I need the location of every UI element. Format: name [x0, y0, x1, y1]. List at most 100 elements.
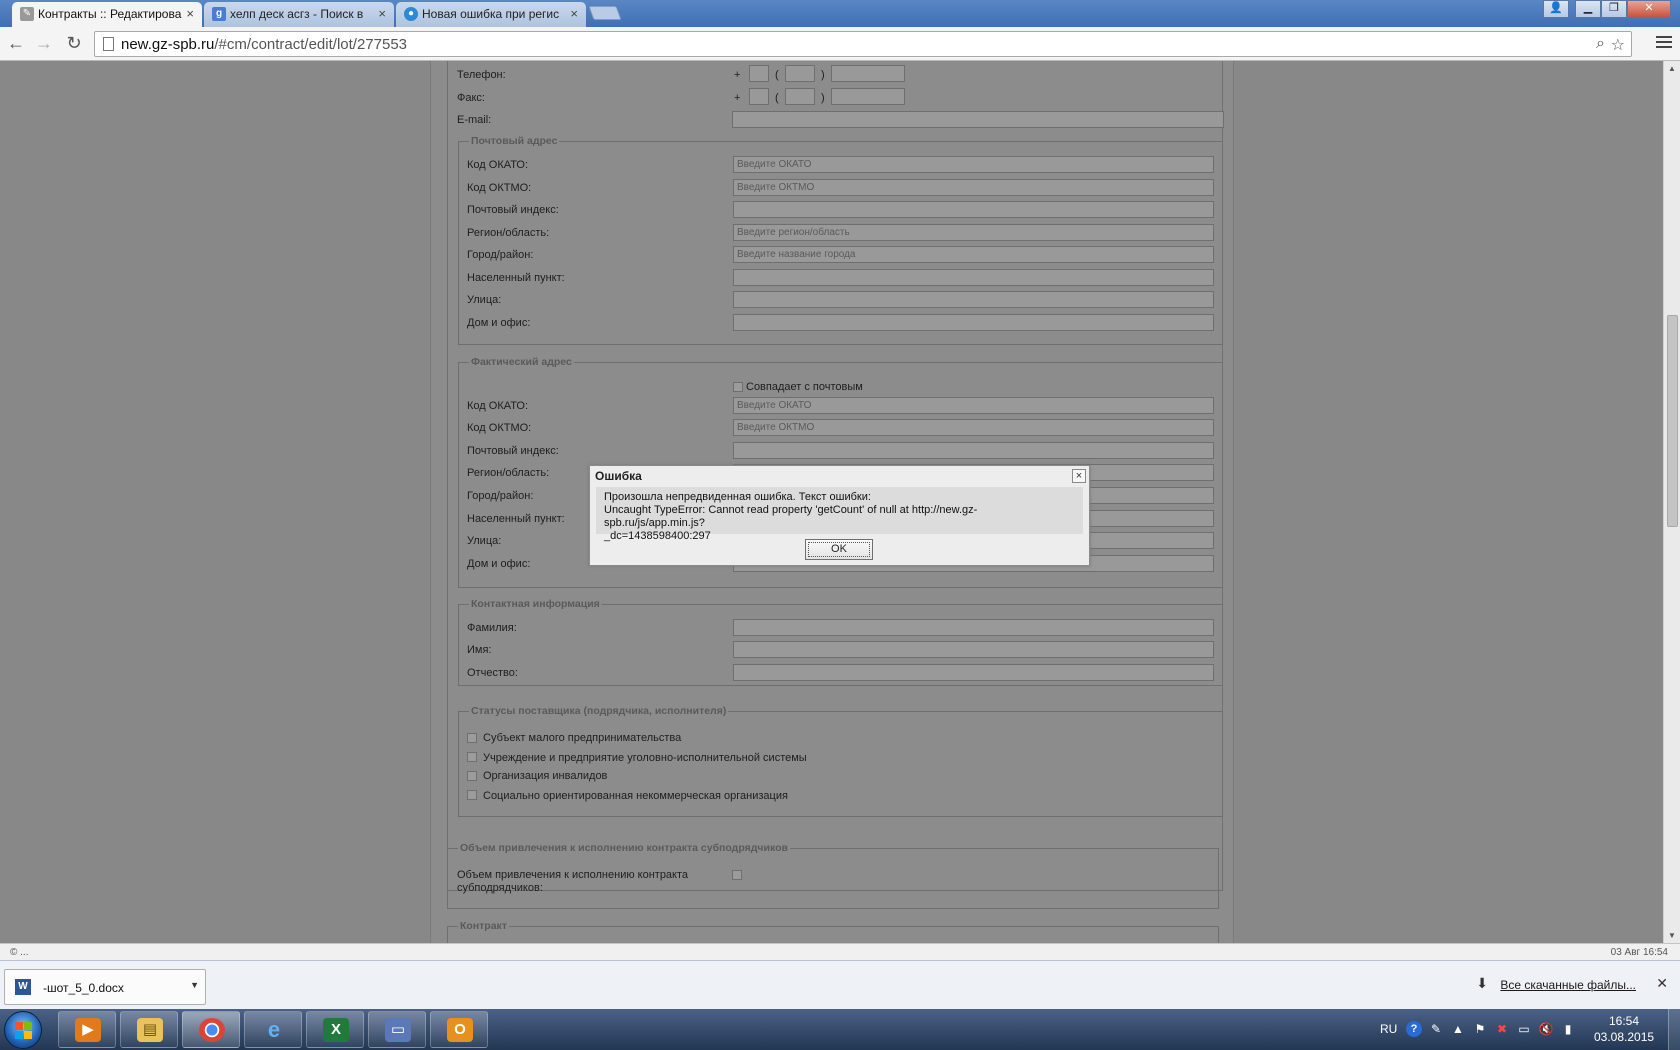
email-field[interactable] — [732, 111, 1224, 128]
system-tray: RU ? ✎ ▲ ⚑ ✖ ▭ 🔇 ▮ 16:54 03.08.2015 — [1380, 1009, 1680, 1050]
actual-oktmo-label: Код ОКТМО: — [467, 422, 532, 434]
actual-oktmo-input[interactable]: Введите ОКТМО — [733, 419, 1214, 436]
chrome-taskbar-button[interactable] — [182, 1011, 240, 1048]
postal-settlement-input[interactable] — [733, 269, 1214, 286]
user-profile-button[interactable]: 👤 — [1543, 0, 1569, 18]
minimize-button[interactable]: ▁ — [1575, 0, 1601, 18]
wrench-icon: ✎ — [20, 7, 34, 21]
subcontract-checkbox[interactable] — [732, 870, 742, 880]
globe-icon: ● — [404, 7, 418, 21]
reload-icon[interactable]: ↻ — [62, 32, 86, 56]
ok-button[interactable]: OK — [805, 539, 873, 560]
window-close-button[interactable]: ✕ — [1627, 0, 1671, 18]
windows-taskbar: ▶ ▤ e X ▭ O RU ? ✎ ▲ ⚑ ✖ ▭ 🔇 ▮ 16:54 03.… — [0, 1009, 1680, 1050]
back-arrow-icon[interactable]: ← — [4, 32, 28, 56]
scroll-down-icon[interactable]: ▼ — [1668, 931, 1676, 940]
actual-okato-input[interactable]: Введите ОКАТО — [733, 397, 1214, 414]
penal-system-checkbox[interactable] — [467, 752, 477, 762]
start-button[interactable] — [4, 1011, 42, 1049]
page-icon — [103, 37, 114, 51]
language-indicator[interactable]: RU — [1380, 1022, 1397, 1036]
actual-street-label: Улица: — [467, 535, 502, 547]
postal-region-input[interactable]: Введите регион/область — [733, 224, 1214, 241]
pen-icon[interactable]: ✎ — [1428, 1021, 1444, 1037]
email-label: E-mail: — [457, 114, 492, 126]
close-icon[interactable]: × — [570, 2, 578, 26]
postal-address-legend: Почтовый адрес — [469, 135, 560, 147]
paren-close: ) — [821, 92, 825, 104]
nonprofit-checkbox[interactable] — [467, 790, 477, 800]
same-as-postal-checkbox[interactable] — [733, 382, 743, 392]
tray-expand-icon[interactable]: ▲ — [1450, 1021, 1466, 1037]
postal-city-input[interactable]: Введите название города — [733, 246, 1214, 263]
close-icon[interactable]: × — [1072, 469, 1086, 483]
vertical-scrollbar[interactable]: ▲ ▼ — [1663, 61, 1680, 943]
maximize-button[interactable]: ❐ — [1601, 0, 1627, 18]
disabled-org-checkbox[interactable] — [467, 771, 477, 781]
tab-new-bug[interactable]: ● Новая ошибка при регис × — [396, 2, 586, 27]
scroll-up-icon[interactable]: ▲ — [1668, 64, 1676, 73]
error-dialog-title: Ошибка — [595, 469, 642, 483]
last-name-input[interactable] — [733, 619, 1214, 636]
all-downloads-link[interactable]: Все скачанные файлы... — [1500, 978, 1636, 992]
ie-taskbar-button[interactable]: e — [244, 1011, 302, 1048]
postal-house-input[interactable] — [733, 314, 1214, 331]
supplier-statuses-legend: Статусы поставщика (подрядчика, исполнит… — [469, 705, 729, 717]
media-player-taskbar-button[interactable]: ▶ — [58, 1011, 116, 1048]
postal-index-input[interactable] — [733, 201, 1214, 218]
disabled-org-label: Организация инвалидов — [483, 770, 608, 782]
display-icon[interactable]: ▭ — [1516, 1021, 1532, 1037]
small-business-checkbox[interactable] — [467, 733, 477, 743]
windows-logo-icon — [15, 1022, 32, 1039]
explorer-taskbar-button[interactable]: ▤ — [120, 1011, 178, 1048]
power-icon[interactable]: ▮ — [1560, 1021, 1576, 1037]
outlook-taskbar-button[interactable]: O — [430, 1011, 488, 1048]
menu-icon[interactable] — [1656, 34, 1672, 50]
phone-area-code[interactable] — [785, 65, 815, 82]
tab-contracts[interactable]: ✎ Контракты :: Редактирова × — [12, 2, 202, 27]
excel-taskbar-button[interactable]: X — [306, 1011, 364, 1048]
fax-country-code[interactable] — [749, 88, 769, 105]
postal-settlement-label: Населенный пункт: — [467, 272, 565, 284]
postal-street-input[interactable] — [733, 291, 1214, 308]
first-name-label: Имя: — [467, 644, 492, 656]
search-icon[interactable]: ⌕ — [1596, 35, 1605, 53]
bookmark-star-icon[interactable]: ☆ — [1611, 35, 1625, 55]
media-player-icon: ▶ — [75, 1018, 101, 1042]
paren-open: ( — [775, 69, 779, 81]
show-desktop-button[interactable] — [1668, 1009, 1680, 1050]
download-item[interactable]: W -шот_5_0.docx ▼ — [4, 969, 206, 1005]
scroll-thumb[interactable] — [1667, 315, 1678, 527]
penal-system-label: Учреждение и предприятие уголовно-исполн… — [483, 752, 807, 764]
remote-desktop-taskbar-button[interactable]: ▭ — [368, 1011, 426, 1048]
clock[interactable]: 16:54 03.08.2015 — [1594, 1013, 1654, 1045]
address-bar[interactable]: new.gz-spb.ru/#cm/contract/edit/lot/2775… — [94, 31, 1632, 57]
tab-title: Новая ошибка при регис — [422, 7, 560, 21]
tab-search[interactable]: g хелп деск асгз - Поиск в × — [204, 2, 394, 27]
phone-country-code[interactable] — [749, 65, 769, 82]
close-icon[interactable]: × — [378, 2, 386, 26]
fax-area-code[interactable] — [785, 88, 815, 105]
phone-number[interactable] — [831, 65, 905, 82]
close-icon[interactable]: ✕ — [1656, 975, 1668, 992]
plus-sign: + — [734, 92, 741, 104]
actual-index-label: Почтовый индекс: — [467, 445, 559, 457]
patronymic-input[interactable] — [733, 664, 1214, 681]
error-line-2: Uncaught TypeError: Cannot read property… — [604, 504, 978, 529]
help-icon[interactable]: ? — [1406, 1021, 1422, 1037]
postal-oktmo-input[interactable]: Введите ОКТМО — [733, 179, 1214, 196]
first-name-input[interactable] — [733, 641, 1214, 658]
chevron-down-icon[interactable]: ▼ — [190, 980, 199, 990]
network-error-icon[interactable]: ✖ — [1494, 1021, 1510, 1037]
folder-icon: ▤ — [137, 1018, 163, 1042]
postal-okato-input[interactable]: Введите ОКАТО — [733, 156, 1214, 173]
forward-arrow-icon[interactable]: → — [32, 32, 56, 56]
subcontract-label-line2: субподрядчиков: — [457, 882, 543, 894]
new-tab-button[interactable] — [588, 6, 622, 20]
windows-flag-icon[interactable]: ⚑ — [1472, 1021, 1488, 1037]
fax-number[interactable] — [831, 88, 905, 105]
volume-muted-icon[interactable]: 🔇 — [1538, 1021, 1554, 1037]
nonprofit-label: Социально ориентированная некоммерческая… — [483, 790, 788, 802]
actual-index-input[interactable] — [733, 442, 1214, 459]
close-icon[interactable]: × — [186, 2, 194, 26]
